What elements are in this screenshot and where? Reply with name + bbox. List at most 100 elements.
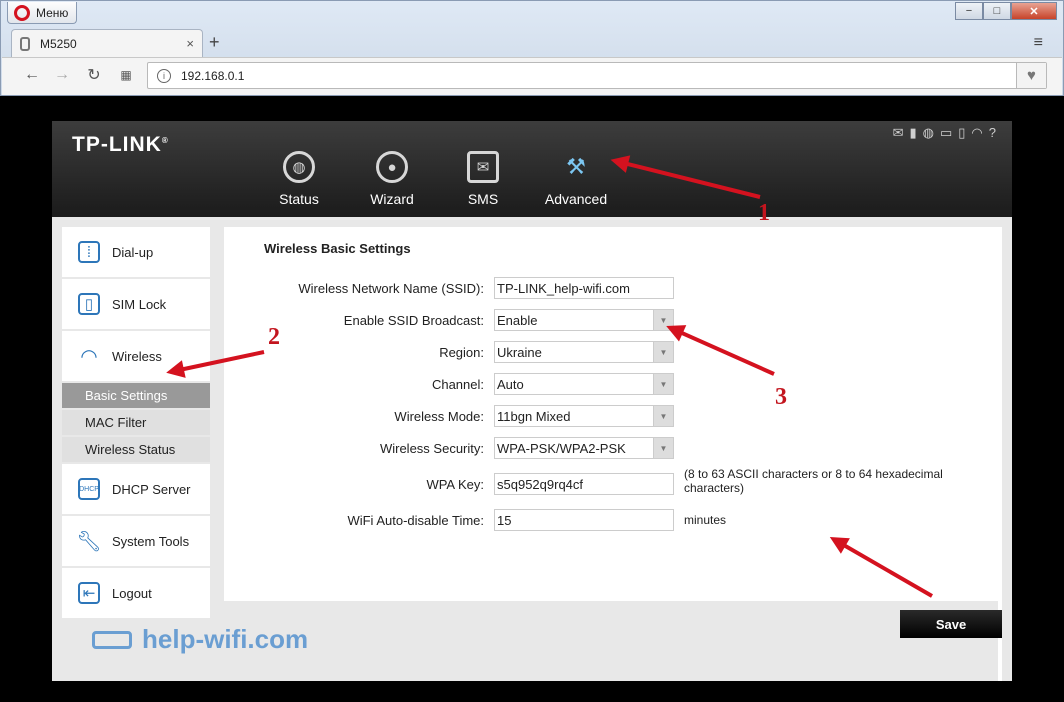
nav-sms-label: SMS (467, 191, 499, 207)
tab-title: M5250 (40, 36, 77, 51)
page-viewport: TP-LINK® ✉ ▮ ◍ ▭ ▯ ◠ ? ◍ Status ● Wizard… (8, 96, 1056, 698)
sim-lock-icon: ▯ (78, 293, 100, 315)
watermark-text: help-wifi.com (142, 624, 309, 654)
sidebar-item-wireless[interactable]: ◠ Wireless (62, 331, 210, 381)
save-button[interactable]: Save (900, 610, 1002, 638)
wireless-security-value: WPA-PSK/WPA2-PSK (497, 441, 626, 456)
close-window-button[interactable]: ✕ (1011, 2, 1057, 20)
back-icon[interactable]: ← (22, 64, 42, 86)
reload-icon[interactable]: ↻ (84, 64, 104, 86)
submenu-mac-filter[interactable]: MAC Filter (62, 410, 210, 435)
nav-advanced[interactable]: ⚒ Advanced (531, 151, 621, 207)
sidebar-item-label: Logout (112, 585, 152, 601)
chevron-down-icon[interactable]: ▼ (653, 406, 673, 426)
wireless-mode-select[interactable]: 11bgn Mixed ▼ (494, 405, 674, 427)
wireless-mode-value: 11bgn Mixed (497, 409, 571, 424)
sidebar-item-dial-up[interactable]: ⁞ Dial-up (62, 227, 210, 277)
sidebar-item-dhcp-server[interactable]: DHCP DHCP Server (62, 464, 210, 514)
wireless-mode-label: Wireless Mode: (394, 409, 484, 424)
channel-value: Auto (497, 377, 524, 392)
speed-dial-icon[interactable]: ▦ (116, 64, 136, 86)
window-controls: − □ ✕ (955, 2, 1057, 20)
logout-icon: ⇤ (78, 582, 100, 604)
browser-tab[interactable]: M5250 × (11, 29, 203, 57)
logo-text: TP-LINK (72, 133, 162, 156)
maximize-button[interactable]: □ (983, 2, 1011, 20)
wireless-settings-panel: Wireless Basic Settings Wireless Network… (224, 227, 1002, 601)
wpa-key-row: WPA Key: s5q952q9rq4cf (8 to 63 ASCII ch… (224, 467, 1002, 497)
help-icon: ? (988, 125, 996, 140)
sidebar-item-label: Wireless (112, 348, 162, 364)
nav-wizard[interactable]: ● Wizard (347, 151, 437, 207)
nav-status[interactable]: ◍ Status (254, 151, 344, 207)
ssid-broadcast-select[interactable]: Enable ▼ (494, 309, 674, 331)
wpa-key-hint: (8 to 63 ASCII characters or 8 to 64 hex… (684, 467, 943, 495)
globe-icon: ◍ (922, 125, 934, 140)
envelope-icon: ✉ (892, 125, 904, 140)
submenu-wireless-status[interactable]: Wireless Status (62, 437, 210, 462)
sidebar: ⁞ Dial-up ▯ SIM Lock ◠ Wireless Basic Se… (62, 227, 210, 620)
dialpad-icon: ⁞ (78, 241, 100, 263)
chevron-down-icon[interactable]: ▼ (653, 438, 673, 458)
site-info-icon[interactable]: i (157, 68, 171, 83)
ssid-input[interactable]: TP-LINK_help-wifi.com (494, 277, 674, 299)
address-bar[interactable]: i 192.168.0.1 ♥ (147, 62, 1047, 89)
ssid-broadcast-value: Enable (497, 313, 538, 328)
wpa-key-input[interactable]: s5q952q9rq4cf (494, 473, 674, 495)
watermark: help-wifi.com (92, 624, 308, 655)
wpa-key-label: WPA Key: (426, 477, 484, 492)
router-admin-panel: TP-LINK® ✉ ▮ ◍ ▭ ▯ ◠ ? ◍ Status ● Wizard… (52, 121, 1012, 681)
chevron-down-icon[interactable]: ▼ (653, 374, 673, 394)
sidebar-item-system-tools[interactable]: 🔧︎ System Tools (62, 516, 210, 566)
battery-icon: ▭ (939, 125, 953, 140)
channel-select[interactable]: Auto ▼ (494, 373, 674, 395)
page-title: Wireless Basic Settings (264, 241, 411, 256)
wireless-mode-row: Wireless Mode: 11bgn Mixed ▼ (224, 405, 1002, 429)
wifi-icon: ◠ (971, 125, 983, 140)
sidebar-item-label: SIM Lock (112, 296, 167, 312)
bookmark-heart-icon[interactable]: ♥ (1016, 63, 1046, 88)
sim-icon: ▯ (958, 125, 966, 140)
annotation-number-2: 2 (268, 324, 280, 350)
tab-favicon-icon (20, 36, 30, 51)
minutes-label: minutes (684, 513, 727, 527)
sidebar-item-label: Dial-up (112, 244, 154, 260)
status-icons: ✉ ▮ ◍ ▭ ▯ ◠ ? (893, 125, 996, 141)
browser-toolbar: ← → ↻ ▦ i 192.168.0.1 ♥ (2, 57, 1062, 95)
browser-menu-label: Меню (36, 5, 69, 20)
region-select[interactable]: Ukraine ▼ (494, 341, 674, 363)
forward-icon[interactable]: → (52, 64, 72, 86)
region-value: Ukraine (497, 345, 542, 360)
tp-link-logo: TP-LINK® (72, 133, 169, 157)
tab-close-icon[interactable]: × (186, 36, 194, 51)
region-row: Region: Ukraine ▼ (224, 341, 1002, 365)
ssid-label: Wireless Network Name (SSID): (298, 281, 484, 296)
sidebar-item-logout[interactable]: ⇤ Logout (62, 568, 210, 618)
region-label: Region: (439, 345, 484, 360)
chevron-down-icon[interactable]: ▼ (653, 342, 673, 362)
annotation-number-1: 1 (758, 200, 770, 226)
signal-icon: ▮ (909, 125, 917, 140)
ssid-row: Wireless Network Name (SSID): TP-LINK_he… (224, 277, 1002, 301)
tab-menu-icon[interactable]: ≡ (1034, 34, 1043, 52)
router-header: TP-LINK® ✉ ▮ ◍ ▭ ▯ ◠ ? ◍ Status ● Wizard… (52, 121, 1012, 217)
auto-disable-label: WiFi Auto-disable Time: (347, 513, 484, 528)
wireless-security-select[interactable]: WPA-PSK/WPA2-PSK ▼ (494, 437, 674, 459)
envelope-icon: ✉ (467, 151, 499, 183)
submenu-basic-settings[interactable]: Basic Settings (62, 383, 210, 408)
sidebar-item-label: DHCP Server (112, 481, 191, 497)
minimize-button[interactable]: − (955, 2, 983, 20)
auto-disable-input[interactable]: 15 (494, 509, 674, 531)
auto-disable-row: WiFi Auto-disable Time: 15 minutes (224, 509, 1002, 533)
new-tab-button[interactable]: + (209, 32, 220, 53)
browser-window: Меню − □ ✕ M5250 × + ≡ ← → ↻ ▦ i 192.168… (0, 0, 1064, 96)
browser-menu-button[interactable]: Меню (7, 2, 77, 24)
ssid-broadcast-label: Enable SSID Broadcast: (343, 313, 484, 328)
annotation-number-3: 3 (775, 384, 787, 410)
channel-label: Channel: (431, 377, 484, 392)
channel-row: Channel: Auto ▼ (224, 373, 1002, 397)
sidebar-item-sim-lock[interactable]: ▯ SIM Lock (62, 279, 210, 329)
wrench-icon: 🔧︎ (76, 530, 102, 553)
nav-sms[interactable]: ✉ SMS (438, 151, 528, 207)
address-url[interactable]: 192.168.0.1 (181, 69, 244, 83)
